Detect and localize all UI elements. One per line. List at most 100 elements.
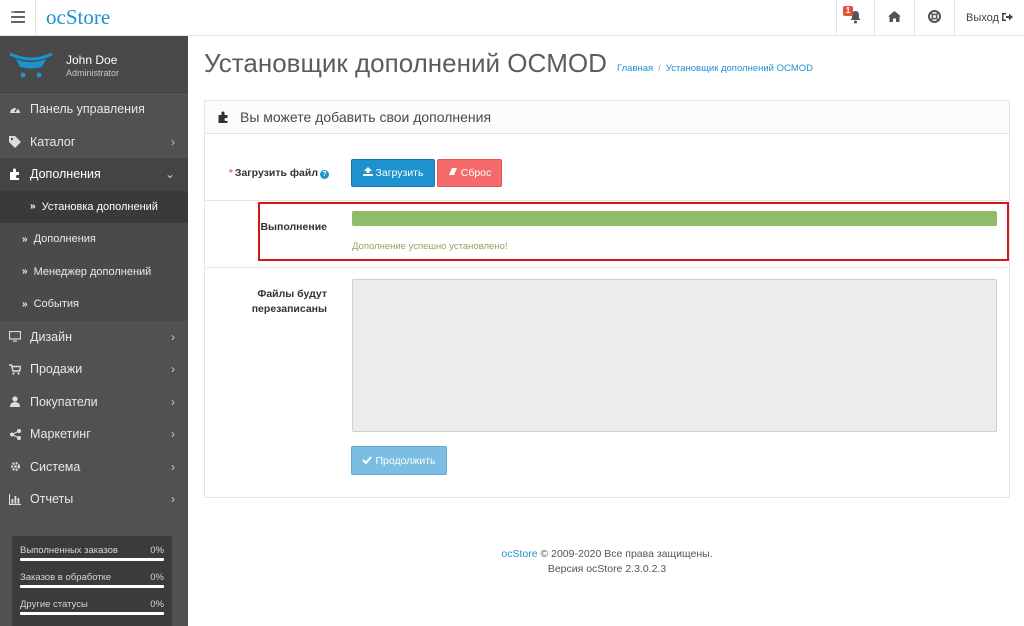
sidebar-item-label: Продажи [30, 362, 83, 377]
sidebar-item-label: Панель управления [30, 102, 145, 117]
sidebar-subitem-extensions[interactable]: » Дополнения [0, 223, 188, 256]
breadcrumb-current-link[interactable]: Установщик дополнений OCMOD [666, 63, 813, 74]
home-icon [888, 11, 901, 25]
sidebar-item-label: Маркетинг [30, 427, 91, 442]
sign-out-icon [1001, 12, 1013, 25]
monitor-icon [8, 331, 22, 342]
row-divider [205, 200, 1009, 201]
stat-progress-bar [20, 612, 164, 615]
footer-link[interactable]: ocStore [501, 548, 537, 560]
chevron-right-icon: › [171, 134, 175, 149]
page-title: Установщик дополнений OCMOD [204, 48, 607, 78]
sidebar-item-sales[interactable]: Продажи › [0, 353, 188, 386]
stat-progress-bar [20, 558, 164, 561]
row-divider [205, 267, 1009, 268]
stat-label: Другие статусы [20, 599, 88, 610]
reset-button-label: Сброс [460, 167, 492, 179]
bar-chart-icon [8, 493, 22, 505]
help-icon[interactable]: ? [320, 170, 329, 179]
chevron-right-icon: › [171, 362, 175, 377]
sidebar-subitem-label: Дополнения [33, 233, 96, 246]
upload-button[interactable]: Загрузить [351, 159, 435, 187]
chevron-down-icon: ⌄ [164, 167, 175, 182]
logout-button[interactable]: Выход [954, 0, 1024, 36]
breadcrumb-separator: / [658, 63, 661, 74]
check-icon [362, 455, 373, 467]
footer: ocStore © 2009-2020 Все права защищены. … [204, 547, 1010, 577]
sidebar-subitem-label: Менеджер дополнений [33, 265, 152, 278]
continue-button-label: Продолжить [375, 454, 436, 467]
highlight-frame [258, 202, 1009, 261]
sidebar: John Doe Administrator Панель управления… [0, 36, 188, 626]
order-stats: Выполненных заказов 0% Заказов в обработ… [12, 536, 172, 626]
breadcrumb-home-link[interactable]: Главная [617, 63, 653, 74]
top-header: ocStore 1 Выход [0, 0, 1024, 36]
sidebar-item-label: Отчеты [30, 492, 74, 507]
sidebar-subitem-installer[interactable]: » Установка дополнений [0, 190, 188, 223]
profile-name: John Doe [66, 53, 118, 67]
puzzle-icon [217, 111, 230, 123]
menu-toggle-button[interactable] [0, 0, 36, 36]
stat-value: 0% [150, 599, 164, 610]
stat-label: Выполненных заказов [20, 545, 118, 556]
user-icon [8, 396, 22, 408]
footer-version: Версия ocStore 2.3.0.2.3 [547, 563, 667, 575]
upload-button-label: Загрузить [375, 167, 424, 179]
overwrite-label-line2: перезаписаны [251, 303, 327, 315]
chevron-right-icon: › [171, 329, 175, 344]
stat-value: 0% [150, 545, 164, 556]
sidebar-item-customers[interactable]: Покупатели › [0, 386, 188, 419]
overwrite-label-line1: Файлы будут [257, 288, 327, 300]
sidebar-subitem-modifications[interactable]: » Менеджер дополнений [0, 255, 188, 288]
upload-label: * Загрузить файл? [215, 167, 329, 179]
eraser-icon [448, 167, 458, 179]
sidebar-item-catalog[interactable]: Каталог › [0, 126, 188, 159]
share-icon [8, 428, 22, 440]
help-button[interactable] [914, 0, 954, 36]
double-chevron-right-icon: » [22, 266, 28, 278]
cart-icon [8, 364, 22, 375]
sidebar-item-label: Покупатели [30, 394, 98, 409]
life-ring-icon [928, 10, 941, 26]
sidebar-item-marketing[interactable]: Маркетинг › [0, 418, 188, 451]
required-asterisk: * [228, 167, 233, 179]
overwrite-label: Файлы будут перезаписаны [215, 287, 327, 317]
home-button[interactable] [874, 0, 914, 36]
tag-icon [8, 135, 22, 148]
upload-icon [362, 167, 373, 179]
sidebar-item-extensions[interactable]: Дополнения ⌄ [0, 158, 188, 191]
footer-copyright: © 2009-2020 Все права защищены. [540, 548, 713, 560]
sidebar-item-system[interactable]: Система › [0, 451, 188, 484]
double-chevron-right-icon: » [22, 298, 28, 310]
stat-completed: Выполненных заказов 0% [20, 542, 164, 569]
sidebar-subitem-events[interactable]: » События [0, 288, 188, 321]
sidebar-item-reports[interactable]: Отчеты › [0, 483, 188, 516]
dashboard-icon [8, 104, 22, 114]
sidebar-item-label: Каталог [30, 134, 76, 149]
double-chevron-right-icon: » [22, 233, 28, 245]
panel-heading-text: Вы можете добавить свои дополнения [240, 109, 492, 125]
sidebar-subitem-label: События [33, 298, 79, 311]
overwrite-files-textarea[interactable] [352, 279, 997, 432]
sidebar-item-dashboard[interactable]: Панель управления [0, 93, 188, 126]
panel-heading: Вы можете добавить свои дополнения [205, 101, 1009, 134]
hamburger-icon [10, 10, 25, 26]
notifications-badge: 1 [843, 6, 853, 16]
sidebar-subitem-label: Установка дополнений [41, 200, 158, 213]
continue-button[interactable]: Продолжить [351, 446, 447, 475]
sidebar-item-label: Система [30, 459, 81, 474]
opencart-cart-logo-icon [8, 50, 54, 80]
sidebar-item-design[interactable]: Дизайн › [0, 321, 188, 354]
stat-other: Другие статусы 0% [20, 596, 164, 623]
user-profile[interactable]: John Doe Administrator [0, 36, 188, 93]
stat-processing: Заказов в обработке 0% [20, 569, 164, 596]
sidebar-item-label: Дизайн [30, 329, 73, 344]
cog-icon [8, 461, 22, 472]
notifications-button[interactable]: 1 [836, 0, 874, 36]
chevron-right-icon: › [171, 492, 175, 507]
reset-button[interactable]: Сброс [437, 159, 502, 187]
logo-text: ocStore [46, 5, 111, 29]
stat-value: 0% [150, 572, 164, 583]
chevron-right-icon: › [171, 394, 175, 409]
app-logo[interactable]: ocStore [46, 5, 110, 30]
